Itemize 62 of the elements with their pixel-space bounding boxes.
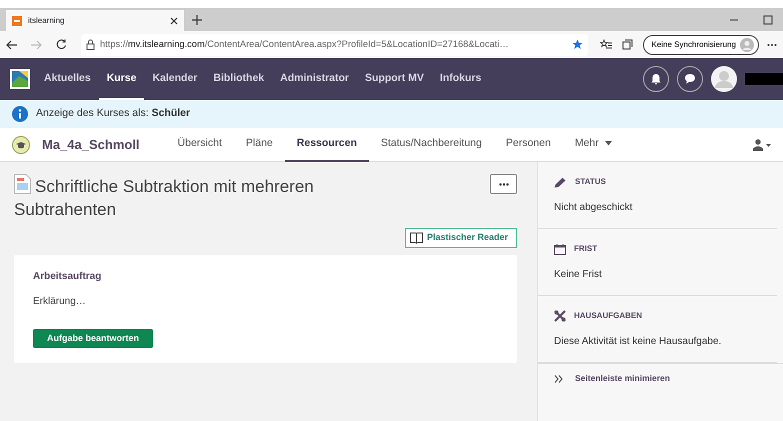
- user-avatar[interactable]: [711, 66, 737, 92]
- reload-icon[interactable]: [56, 39, 67, 50]
- chat-icon: [684, 73, 696, 85]
- info-message: Anzeige des Kurses als: Schüler: [36, 106, 190, 122]
- url-text: https://mv.itslearning.com/ContentArea/ContentArea.aspx?ProfileId=5&LocationID=27168&Locati…: [100, 38, 510, 51]
- collections-icon[interactable]: [622, 39, 632, 50]
- notifications-button[interactable]: [643, 66, 669, 92]
- lock-icon: [86, 39, 95, 50]
- page-title: Schriftliche Subtraktion mit mehreren Subtrahenten: [14, 174, 344, 222]
- tools-icon: [554, 310, 566, 322]
- nav-tab[interactable]: Infokurs: [432, 58, 490, 100]
- maximize-icon[interactable]: [763, 14, 773, 24]
- options-button[interactable]: [490, 174, 517, 194]
- course-tab[interactable]: Status/Nachbereitung: [368, 128, 494, 162]
- user-menu-icon[interactable]: [753, 138, 771, 150]
- section-label: FRIST: [574, 243, 598, 255]
- pencil-icon: [554, 176, 567, 188]
- sync-button[interactable]: Keine Synchronisierung: [642, 34, 759, 54]
- more-icon: [498, 182, 508, 186]
- back-icon[interactable]: [6, 40, 18, 50]
- section-value: Keine Frist: [554, 268, 603, 282]
- avatar-icon: [740, 38, 754, 52]
- course-tab[interactable]: Pläne: [234, 128, 285, 162]
- browser-tab[interactable]: itslearning: [6, 10, 184, 31]
- caret-icon: [604, 141, 612, 146]
- nav-tab[interactable]: Aktuelles: [36, 58, 99, 100]
- card-text: Erklärung…: [33, 294, 87, 309]
- info-icon: [12, 106, 28, 122]
- nav-tab[interactable]: Kurse: [98, 58, 144, 100]
- star-icon[interactable]: [572, 39, 582, 50]
- minimize-sidebar-link[interactable]: Seitenleiste minimieren: [575, 372, 670, 385]
- logo-icon[interactable]: [10, 69, 30, 89]
- favorites-icon[interactable]: [600, 39, 612, 50]
- section-label: STATUS: [575, 176, 606, 188]
- section-value: Nicht abgeschickt: [554, 201, 634, 215]
- nav-tab[interactable]: Kalender: [144, 58, 206, 100]
- nav-tab[interactable]: Support MV: [357, 58, 432, 100]
- course-icon: [12, 136, 30, 154]
- card-heading: Arbeitsauftrag: [33, 270, 102, 284]
- course-tab[interactable]: Personen: [494, 128, 563, 162]
- redacted-name: [745, 73, 783, 85]
- section-label: HAUSAUFGABEN: [574, 310, 642, 322]
- section-value: Diese Aktivität ist keine Hausaufgabe.: [554, 335, 722, 349]
- course-tab[interactable]: Übersicht: [166, 128, 234, 162]
- reader-button[interactable]: Plastischer Reader: [404, 228, 517, 248]
- calendar-icon: [554, 244, 566, 254]
- nav-tab[interactable]: Bibliothek: [205, 58, 272, 100]
- course-name[interactable]: Ma_4a_Schmoll: [42, 134, 140, 154]
- answer-button[interactable]: Aufgabe beantworten: [33, 329, 154, 348]
- close-icon[interactable]: [170, 16, 178, 24]
- bell-icon: [650, 73, 662, 85]
- book-icon: [410, 232, 423, 244]
- more-icon[interactable]: [767, 42, 777, 46]
- document-icon: [14, 174, 31, 194]
- course-tab[interactable]: Mehr: [562, 128, 624, 162]
- tab-title: itslearning: [28, 14, 66, 26]
- site-icon: [12, 16, 22, 26]
- messages-button[interactable]: [677, 66, 703, 92]
- double-chevron-icon: [554, 374, 563, 382]
- address-bar[interactable]: https://mv.itslearning.com/ContentArea/ContentArea.aspx?ProfileId=5&LocationID=27168&Locati…: [81, 34, 588, 56]
- nav-tab[interactable]: Administrator: [272, 58, 357, 100]
- new-tab-icon[interactable]: [192, 15, 202, 25]
